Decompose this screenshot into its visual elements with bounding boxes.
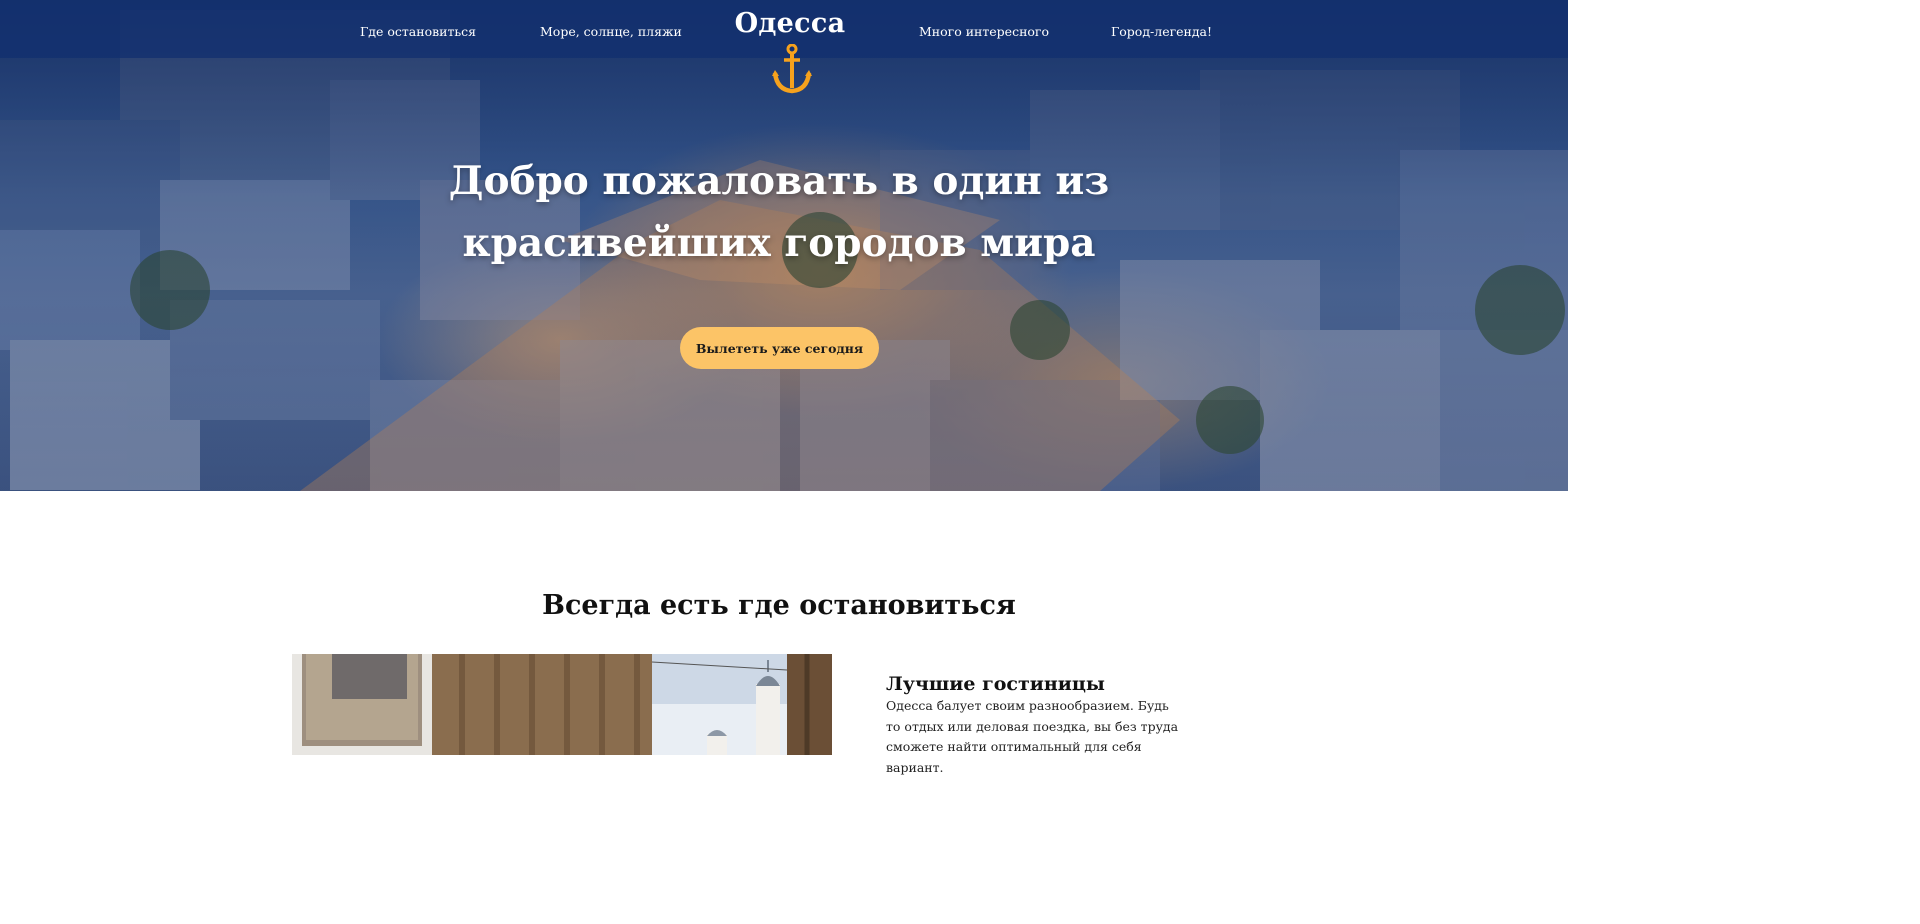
anchor-icon [772,44,812,94]
hotel-room-image [292,654,832,755]
hero-title: Добро пожаловать в один из красивейших г… [448,158,1110,267]
site-logo-text[interactable]: Одесса [690,8,890,39]
nav-link-much-interesting[interactable]: Много интересного [919,24,1049,39]
nav-link-where-to-stay[interactable]: Где остановиться [360,24,476,39]
fly-today-button[interactable]: Вылететь уже сегодня [680,327,879,369]
section-title-stay: Всегда есть где остановиться [542,590,1016,622]
best-hotels-title: Лучшие гостиницы [886,673,1105,695]
nav-link-sea-sun-beaches[interactable]: Море, солнце, пляжи [540,24,682,39]
best-hotels-description: Одесса балует своим разнообразием. Будь … [886,698,1179,775]
nav-link-legendary-city[interactable]: Город-легенда! [1111,24,1212,39]
hero-banner: Где остановиться Море, солнце, пляжи Оде… [0,0,1568,491]
